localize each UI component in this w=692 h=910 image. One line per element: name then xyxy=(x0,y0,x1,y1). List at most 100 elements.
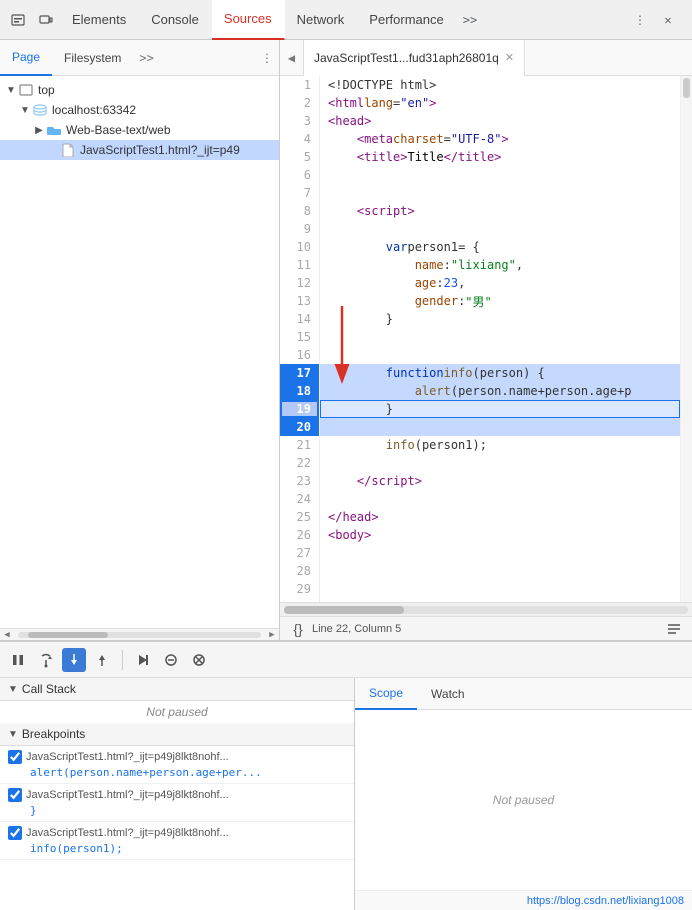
stop-btn[interactable] xyxy=(187,648,211,672)
line-num-7[interactable]: 7 xyxy=(280,184,319,202)
line-num-5[interactable]: 5 xyxy=(280,148,319,166)
step-over-btn[interactable] xyxy=(34,648,58,672)
scroll-left-arrow[interactable]: ◀ xyxy=(0,629,14,641)
breakpoint-item-3: JavaScriptTest1.html?_ijt=p49j8lkt8nohf.… xyxy=(0,822,354,860)
tree-arrow: ▶ xyxy=(32,125,46,136)
close-tab-btn[interactable]: ✕ xyxy=(505,51,514,64)
line-num-12[interactable]: 12 xyxy=(280,274,319,292)
line-num-28[interactable]: 28 xyxy=(280,562,319,580)
vertical-scrollbar[interactable] xyxy=(680,76,692,602)
more-left-tabs[interactable]: >> xyxy=(133,40,159,76)
line-num-1[interactable]: 1 xyxy=(280,76,319,94)
breakpoints-label: Breakpoints xyxy=(22,727,85,741)
code-line-4: <meta charset="UTF-8"> xyxy=(320,130,680,148)
tree-label: JavaScriptTest1.html?_ijt=p49 xyxy=(80,143,240,157)
tab-sources[interactable]: Sources xyxy=(212,0,285,40)
code-line-14: } xyxy=(320,310,680,328)
line-num-26[interactable]: 26 xyxy=(280,526,319,544)
code-line-13: gender:"男" xyxy=(320,292,680,310)
status-position: Line 22, Column 5 xyxy=(312,623,401,635)
left-scrollbar[interactable]: ◀ ▶ xyxy=(0,628,279,640)
line-num-25[interactable]: 25 xyxy=(280,508,319,526)
line-num-10[interactable]: 10 xyxy=(280,238,319,256)
deactivate-btn[interactable] xyxy=(159,648,183,672)
line-num-4[interactable]: 4 xyxy=(280,130,319,148)
scroll-thumb xyxy=(28,632,108,638)
line-num-29[interactable]: 29 xyxy=(280,580,319,598)
line-num-21[interactable]: 21 xyxy=(280,436,319,454)
call-stack-header[interactable]: ▼ Call Stack xyxy=(0,678,354,701)
url-link[interactable]: https://blog.csdn.net/lixiang1008 xyxy=(527,895,684,907)
continue-btn[interactable] xyxy=(131,648,155,672)
line-num-15[interactable]: 15 xyxy=(280,328,319,346)
tab-scope[interactable]: Scope xyxy=(355,678,417,710)
tab-console[interactable]: Console xyxy=(139,0,212,40)
line-num-17[interactable]: 17 xyxy=(280,364,319,382)
tab-performance[interactable]: Performance xyxy=(357,0,456,40)
format-btn[interactable]: {} xyxy=(288,619,308,639)
tab-page[interactable]: Page xyxy=(0,40,52,76)
close-devtools-btn[interactable]: ✕ xyxy=(656,8,680,32)
line-num-22[interactable]: 22 xyxy=(280,454,319,472)
step-into-btn[interactable] xyxy=(62,648,86,672)
server-icon xyxy=(32,102,48,118)
code-line-20 xyxy=(320,418,680,436)
code-line-19: } xyxy=(320,400,680,418)
line-num-20[interactable]: 20 xyxy=(280,418,319,436)
tab-network[interactable]: Network xyxy=(285,0,358,40)
line-num-2[interactable]: 2 xyxy=(280,94,319,112)
status-bar: {} Line 22, Column 5 xyxy=(280,616,692,640)
tree-item-file[interactable]: JavaScriptTest1.html?_ijt=p49 xyxy=(0,140,279,160)
editor-tabs: ◀ JavaScriptTest1...fud31aph26801q ✕ xyxy=(280,40,692,76)
code-line-24 xyxy=(320,490,680,508)
bp-filename-1: JavaScriptTest1.html?_ijt=p49j8lkt8nohf.… xyxy=(26,751,229,763)
file-icon xyxy=(60,142,76,158)
line-num-6[interactable]: 6 xyxy=(280,166,319,184)
line-num-3[interactable]: 3 xyxy=(280,112,319,130)
more-tabs-btn[interactable]: >> xyxy=(457,0,483,40)
tree-item-localhost[interactable]: ▼ localhost:63342 xyxy=(0,100,279,120)
bp-code-3: info(person1); xyxy=(8,842,346,857)
breakpoints-header[interactable]: ▼ Breakpoints xyxy=(0,723,354,746)
code-line-17: function info(person) { xyxy=(320,364,680,382)
tab-elements[interactable]: Elements xyxy=(60,0,139,40)
not-paused-text: Not paused xyxy=(493,793,554,807)
tab-filesystem[interactable]: Filesystem xyxy=(52,40,133,76)
line-num-16[interactable]: 16 xyxy=(280,346,319,364)
console-drawer-btn[interactable] xyxy=(664,619,684,639)
line-num-24[interactable]: 24 xyxy=(280,490,319,508)
tree-item-folder[interactable]: ▶ Web-Base-text/web xyxy=(0,120,279,140)
line-num-14[interactable]: 14 xyxy=(280,310,319,328)
code-content[interactable]: <!DOCTYPE html><html lang="en"><head> <m… xyxy=(320,76,680,602)
line-num-13[interactable]: 13 xyxy=(280,292,319,310)
line-num-11[interactable]: 11 xyxy=(280,256,319,274)
tree-item-top[interactable]: ▼ top xyxy=(0,80,279,100)
bp-checkbox-3[interactable] xyxy=(8,826,22,840)
line-num-27[interactable]: 27 xyxy=(280,544,319,562)
url-bar-container: https://blog.csdn.net/lixiang1008 xyxy=(355,890,692,910)
line-num-19[interactable]: 19 xyxy=(280,400,319,418)
pause-btn[interactable] xyxy=(6,648,30,672)
code-line-25: </head> xyxy=(320,508,680,526)
line-num-9[interactable]: 9 xyxy=(280,220,319,238)
editor-nav-btn[interactable]: ◀ xyxy=(280,40,304,76)
scroll-right-arrow[interactable]: ▶ xyxy=(265,629,279,641)
bp-code-2: } xyxy=(8,804,346,819)
line-num-8[interactable]: 8 xyxy=(280,202,319,220)
left-panel-menu-btn[interactable]: ⋮ xyxy=(255,40,279,76)
customize-btn[interactable]: ⋮ xyxy=(628,8,652,32)
line-num-23[interactable]: 23 xyxy=(280,472,319,490)
editor-tab-file[interactable]: JavaScriptTest1...fud31aph26801q ✕ xyxy=(304,40,525,76)
code-line-10: var person1 = { xyxy=(320,238,680,256)
step-out-btn[interactable] xyxy=(90,648,114,672)
code-line-28 xyxy=(320,562,680,580)
responsive-icon[interactable] xyxy=(32,0,60,40)
bp-checkbox-2[interactable] xyxy=(8,788,22,802)
back-icon[interactable] xyxy=(4,0,32,40)
line-num-18[interactable]: 18 xyxy=(280,382,319,400)
horizontal-scrollbar[interactable] xyxy=(280,602,692,616)
tree-label: localhost:63342 xyxy=(52,103,136,117)
bp-checkbox-1[interactable] xyxy=(8,750,22,764)
bottom-panel: ▼ Call Stack Not paused ▼ Breakpoints Ja… xyxy=(0,640,692,910)
tab-watch[interactable]: Watch xyxy=(417,678,479,710)
